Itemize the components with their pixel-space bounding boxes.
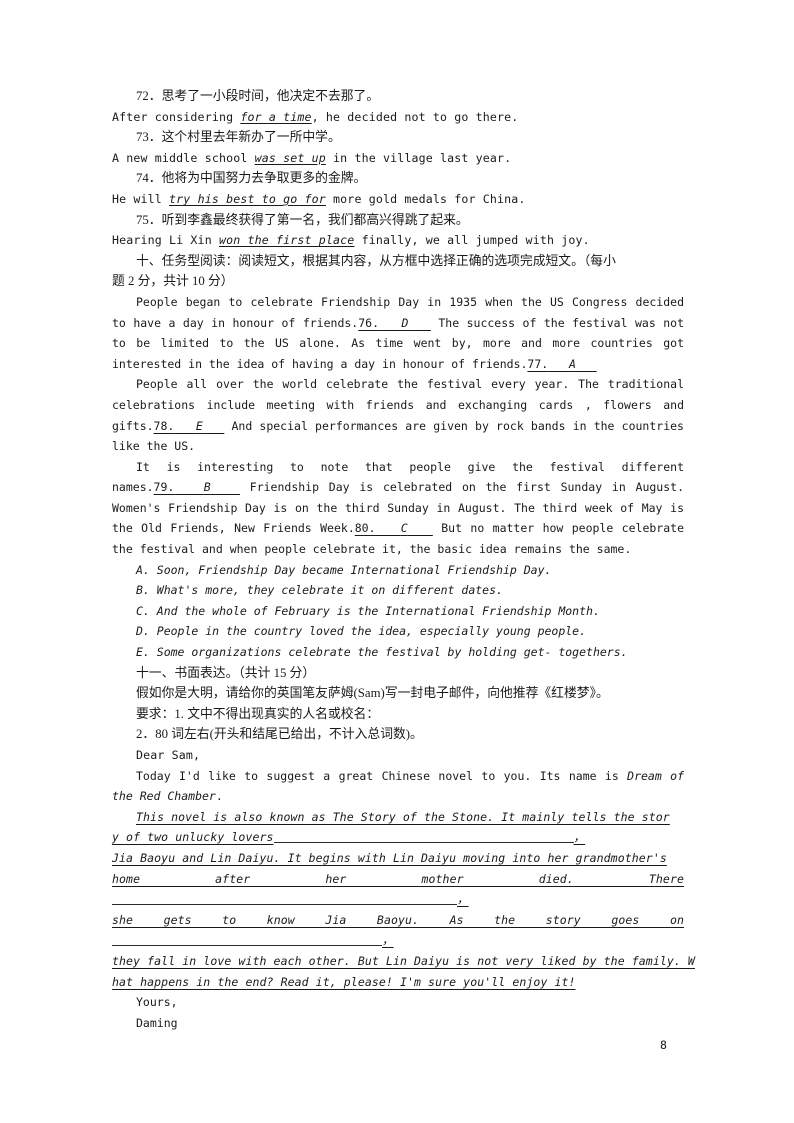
sentence-suffix: more gold medals for China.: [325, 191, 526, 206]
section-eleven: 十一、书面表达。（共计 15 分） 假如你是大明，请给你的英国笔友萨姆(Sam)…: [112, 663, 695, 1034]
option-d: D. People in the country loved the idea,…: [136, 624, 587, 639]
writing-requirement-1: 要求：1. 文中不得出现真实的人名或校名：: [136, 706, 380, 721]
answer-line-2: y of two unlucky lovers ，: [112, 827, 684, 848]
writing-prompt: 假如你是大明，请给你的英国笔友萨姆(Sam)写一封电子邮件，向他推荐《红楼梦》。: [136, 686, 609, 701]
exam-page: 72．思考了一小段时间，他决定不去那了。 After considering f…: [0, 0, 794, 1123]
passage-paragraph-3: It is interesting to note that people gi…: [112, 457, 684, 560]
section-ten: 十、任务型阅读：阅读短文，根据其内容，从方框中选择正确的选项完成短文。（每小 题…: [112, 251, 684, 663]
section-ten-heading-line2: 题 2 分，共计 10 分）: [112, 274, 234, 289]
option-b: B. What's more, they celebrate it on dif…: [136, 583, 503, 598]
letter-closing: Yours,: [136, 995, 178, 1010]
answer-line-6: they fall in love with each other. But L…: [112, 953, 695, 968]
blank-number: 78.: [153, 418, 175, 433]
answer-line-5-text: she gets to know Jia Baoyu. As the story…: [112, 912, 684, 927]
opening-period: .: [215, 789, 223, 804]
option-e: E. Some organizations celebrate the fest…: [136, 645, 628, 660]
translation-item-english-72: After considering for a time, he decided…: [112, 107, 684, 128]
trailing-comma: ，: [457, 892, 469, 907]
answer-line-1: This novel is also known as The Story of…: [136, 809, 670, 824]
translation-item-english-75: Hearing Li Xin won the first place final…: [112, 230, 684, 251]
answer-line-2-text: y of two unlucky lovers: [112, 830, 274, 845]
sentence-prefix: After considering: [112, 109, 241, 124]
answer-line-4: home after her mother died. There ，: [112, 869, 684, 910]
section-eleven-heading: 十一、书面表达。（共计 15 分）: [136, 665, 316, 680]
blank-answer-letter: C: [400, 521, 408, 536]
answer-blank-73: was set up: [254, 150, 326, 165]
blank-number: 76.: [358, 315, 380, 330]
sentence-suffix: in the village last year.: [325, 150, 512, 165]
answer-line-3: Jia Baoyu and Lin Daiyu. It begins with …: [112, 850, 667, 865]
translation-item-chinese-72: 72．思考了一小段时间，他决定不去那了。: [136, 89, 380, 103]
answer-line-4-text: home after her mother died. There: [112, 871, 684, 886]
answer-blank-74: try his best to go for: [169, 191, 326, 206]
page-number: 8: [660, 1038, 667, 1052]
opening-text: Today I'd like to suggest a great Chines…: [136, 768, 628, 783]
blank-answer-letter: B: [203, 480, 211, 495]
sentence-suffix: , he decided not to go there.: [311, 109, 519, 124]
option-a: A. Soon, Friendship Day became Internati…: [136, 562, 552, 577]
sentence-prefix: A new middle school: [112, 150, 255, 165]
answer-blank-72: for a time: [240, 109, 312, 124]
answer-blank-78: 78. E: [154, 419, 225, 433]
blank-fill-rule: [112, 891, 457, 906]
blank-answer-letter: D: [401, 315, 409, 330]
translation-item-english-74: He will try his best to go for more gold…: [112, 189, 684, 210]
answer-blank-79: 79. B: [154, 480, 240, 494]
translation-item-chinese-73: 73．这个村里去年新办了一所中学。: [136, 130, 341, 145]
answer-line-5: she gets to know Jia Baoyu. As the story…: [112, 910, 684, 951]
writing-requirement-2: 2．80 词左右(开头和结尾已给出，不计入总词数)。: [136, 727, 423, 742]
translation-section: 72．思考了一小段时间，他决定不去那了。 After considering f…: [112, 86, 684, 251]
letter-opening: Today I'd like to suggest a great Chines…: [112, 766, 684, 807]
sentence-suffix: finally, we all jumped with joy.: [354, 233, 590, 248]
sentence-prefix: He will: [112, 191, 170, 206]
option-c: C. And the whole of February is the Inte…: [136, 603, 600, 618]
blank-fill-rule: [273, 829, 574, 844]
letter-salutation: Dear Sam,: [136, 748, 201, 762]
blank-answer-letter: E: [195, 418, 203, 433]
passage-paragraph-1: People began to celebrate Friendship Day…: [112, 292, 684, 374]
section-ten-heading-line1: 十、任务型阅读：阅读短文，根据其内容，从方框中选择正确的选项完成短文。（每小: [136, 253, 616, 268]
translation-item-chinese-75: 75．听到李鑫最终获得了第一名，我们都高兴得跳了起来。: [136, 212, 469, 227]
trailing-comma: ，: [573, 830, 586, 845]
blank-fill-rule: [112, 932, 382, 947]
answer-blank-75: won the first place: [218, 233, 355, 248]
answer-blank-77: 77. A: [527, 357, 596, 371]
page-content: 72．思考了一小段时间，他决定不去那了。 After considering f…: [112, 86, 695, 1034]
translation-item-chinese-74: 74．他将为中国努力去争取更多的金牌。: [136, 171, 367, 186]
trailing-comma: ，: [382, 933, 394, 948]
translation-item-english-73: A new middle school was set up in the vi…: [112, 148, 684, 169]
passage-paragraph-2: People all over the world celebrate the …: [112, 374, 684, 456]
blank-number: 80.: [354, 521, 376, 536]
answer-blank-80: 80. C: [355, 521, 433, 535]
blank-number: 77.: [527, 356, 549, 371]
answer-line-7: hat happens in the end? Read it, please!…: [112, 974, 576, 989]
answer-blank-76: 76. D: [358, 316, 431, 330]
sentence-prefix: Hearing Li Xin: [112, 233, 219, 248]
blank-answer-letter: A: [568, 356, 576, 371]
blank-number: 79.: [153, 480, 175, 495]
letter-signature: Daming: [136, 1015, 178, 1030]
